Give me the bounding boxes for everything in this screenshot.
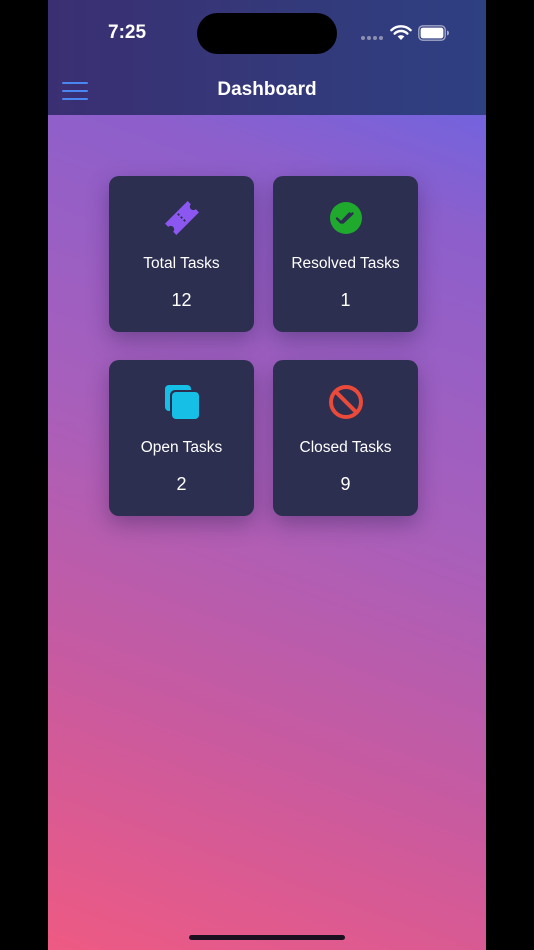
double-check-icon xyxy=(330,202,362,234)
prohibited-icon xyxy=(329,385,363,419)
card-label: Total Tasks xyxy=(143,255,220,272)
home-indicator[interactable] xyxy=(189,935,345,940)
ticket-icon xyxy=(165,201,199,235)
status-time: 7:25 xyxy=(108,22,147,43)
card-count: 2 xyxy=(176,474,187,494)
total-tasks-card[interactable]: Total Tasks 12 xyxy=(109,176,254,332)
closed-tasks-card[interactable]: Closed Tasks 9 xyxy=(273,360,418,516)
page-title: Dashboard xyxy=(217,79,317,100)
dynamic-island xyxy=(197,13,337,54)
open-tasks-card[interactable]: Open Tasks 2 xyxy=(109,360,254,516)
resolved-tasks-card[interactable]: Resolved Tasks 1 xyxy=(273,176,418,332)
stacked-squares-icon xyxy=(165,385,199,419)
card-count: 9 xyxy=(340,474,351,494)
wifi-icon xyxy=(390,25,412,40)
card-label: Closed Tasks xyxy=(299,439,392,456)
battery-icon xyxy=(418,25,449,41)
signal-icon xyxy=(361,36,383,40)
card-label: Open Tasks xyxy=(140,439,223,456)
card-count: 1 xyxy=(340,290,351,310)
app-screen: 7:25 Dashboard Total Tasks 12 Resolved T… xyxy=(48,0,486,950)
card-count: 12 xyxy=(171,290,192,310)
card-label: Resolved Tasks xyxy=(291,255,400,272)
top-bar: 7:25 Dashboard xyxy=(48,0,486,115)
